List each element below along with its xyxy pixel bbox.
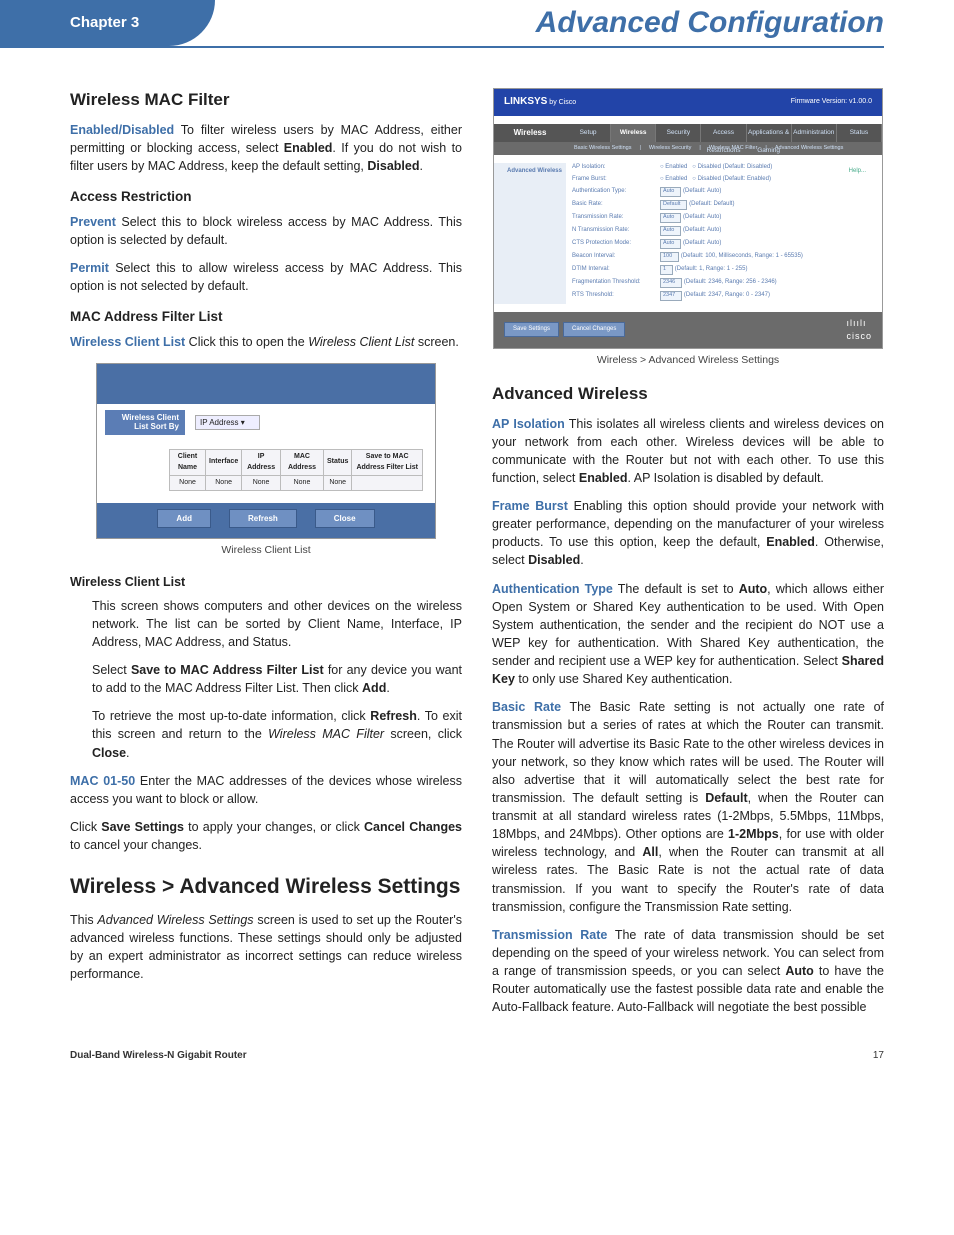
fig2-brand: LINKSYS by Cisco bbox=[504, 95, 576, 110]
para-wireless-client-list: Wireless Client List Click this to open … bbox=[70, 333, 462, 351]
fig2-tabs: Wireless Setup Wireless Security Access … bbox=[494, 124, 882, 142]
fig2-subtab-basic[interactable]: Basic Wireless Settings bbox=[574, 145, 631, 153]
fig2-tab-setup[interactable]: Setup bbox=[566, 124, 611, 142]
para-prevent: Prevent Select this to block wireless ac… bbox=[70, 213, 462, 249]
para-basic-rate: Basic Rate The Basic Rate setting is not… bbox=[492, 698, 884, 916]
para-save-to-mac: Select Save to MAC Address Filter List f… bbox=[70, 661, 462, 697]
term-tx: Transmission Rate bbox=[492, 928, 607, 942]
fig2-tab-status[interactable]: Status bbox=[837, 124, 882, 142]
heading-wcl2: Wireless Client List bbox=[70, 573, 462, 591]
footer-product: Dual-Band Wireless-N Gigabit Router bbox=[70, 1050, 247, 1061]
fig1-close-button[interactable]: Close bbox=[315, 509, 375, 529]
fig2-setting-row: Beacon Interval:100 (Default: 100, Milli… bbox=[572, 252, 818, 262]
fig2-cancel-button[interactable]: Cancel Changes bbox=[563, 322, 625, 337]
fig2-setting-row: Basic Rate:Default (Default: Default) bbox=[572, 200, 818, 210]
fig2-setting-row: AP Isolation:○ Enabled ○ Disabled (Defau… bbox=[572, 163, 818, 172]
para-frame-burst: Frame Burst Enabling this option should … bbox=[492, 497, 884, 570]
page-header: Chapter 3 Advanced Configuration bbox=[0, 0, 954, 46]
page-title: Advanced Configuration bbox=[215, 6, 954, 40]
chevron-down-icon: ▾ bbox=[241, 418, 245, 427]
para-enabled-disabled: Enabled/Disabled To filter wireless user… bbox=[70, 121, 462, 175]
fig2-side-label: Wireless bbox=[494, 124, 566, 142]
fig1-refresh-button[interactable]: Refresh bbox=[229, 509, 297, 529]
left-column: Wireless MAC Filter Enabled/Disabled To … bbox=[70, 88, 462, 1026]
fig2-setting-row: RTS Threshold:2347 (Default: 2347, Range… bbox=[572, 291, 818, 301]
right-column: LINKSYS by Cisco Firmware Version: v1.00… bbox=[492, 88, 884, 1026]
fig2-tab-apps[interactable]: Applications & Gaming bbox=[747, 124, 792, 142]
fig2-setting-row: N Transmission Rate:Auto (Default: Auto) bbox=[572, 226, 818, 236]
fig2-firmware: Firmware Version: v1.00.0 bbox=[791, 97, 872, 107]
fig2-tab-admin[interactable]: Administration bbox=[792, 124, 837, 142]
cisco-logo: ılıılıcisco bbox=[846, 317, 872, 343]
fig2-setting-row: Frame Burst:○ Enabled ○ Disabled (Defaul… bbox=[572, 175, 818, 184]
fig1-add-button[interactable]: Add bbox=[157, 509, 211, 529]
term-mac0150: MAC 01-50 bbox=[70, 774, 135, 788]
table-header-row: Client NameInterfaceIP AddressMAC Addres… bbox=[170, 450, 423, 475]
para-auth-type: Authentication Type The default is set t… bbox=[492, 580, 884, 689]
fig2-subtab-adv[interactable]: Advanced Wireless Settings bbox=[775, 145, 843, 153]
term-auth: Authentication Type bbox=[492, 582, 613, 596]
fig2-subtabs: Basic Wireless Settings| Wireless Securi… bbox=[494, 142, 882, 156]
fig2-setting-row: DTIM Interval:1 (Default: 1, Range: 1 - … bbox=[572, 265, 818, 275]
figure2-caption: Wireless > Advanced Wireless Settings bbox=[492, 353, 884, 368]
heading-advanced-settings: Wireless > Advanced Wireless Settings bbox=[70, 872, 462, 902]
fig2-subtab-mac[interactable]: Wireless MAC Filter bbox=[709, 145, 758, 153]
figure-wireless-client-list: Wireless Client List Sort By IP Address … bbox=[96, 363, 436, 540]
heading-mac-list: MAC Address Filter List bbox=[70, 307, 462, 327]
term-fb: Frame Burst bbox=[492, 499, 568, 513]
fig2-save-button[interactable]: Save Settings bbox=[504, 322, 559, 337]
fig2-tab-wireless[interactable]: Wireless bbox=[611, 124, 656, 142]
para-ap-isolation: AP Isolation This isolates all wireless … bbox=[492, 415, 884, 488]
para-tx-rate: Transmission Rate The rate of data trans… bbox=[492, 926, 884, 1017]
figure-advanced-wireless: LINKSYS by Cisco Firmware Version: v1.00… bbox=[493, 88, 883, 349]
para-refresh: To retrieve the most up-to-date informat… bbox=[70, 707, 462, 761]
fig2-setting-row: CTS Protection Mode:Auto (Default: Auto) bbox=[572, 239, 818, 249]
heading-access-restriction: Access Restriction bbox=[70, 187, 462, 207]
table-row: NoneNoneNoneNoneNone bbox=[170, 475, 423, 490]
heading-advanced-wireless: Advanced Wireless bbox=[492, 382, 884, 407]
term-basic: Basic Rate bbox=[492, 700, 561, 714]
fig2-tab-access[interactable]: Access Restrictions bbox=[701, 124, 746, 142]
fig2-help-link[interactable]: Help... bbox=[824, 163, 874, 303]
para-adv-intro: This Advanced Wireless Settings screen i… bbox=[70, 911, 462, 984]
fig2-subtab-sec[interactable]: Wireless Security bbox=[649, 145, 691, 153]
fig2-section-label: Advanced Wireless bbox=[494, 163, 566, 303]
fig2-setting-row: Fragmentation Threshold:2346 (Default: 2… bbox=[572, 278, 818, 288]
para-permit: Permit Select this to allow wireless acc… bbox=[70, 259, 462, 295]
page-footer: Dual-Band Wireless-N Gigabit Router 17 bbox=[0, 1026, 954, 1061]
chapter-tab: Chapter 3 bbox=[0, 0, 215, 46]
heading-mac-filter: Wireless MAC Filter bbox=[70, 88, 462, 113]
page-number: 17 bbox=[873, 1050, 884, 1061]
fig2-tab-security[interactable]: Security bbox=[656, 124, 701, 142]
fig2-setting-row: Transmission Rate:Auto (Default: Auto) bbox=[572, 213, 818, 223]
figure1-caption: Wireless Client List bbox=[70, 543, 462, 558]
fig1-table: Client NameInterfaceIP AddressMAC Addres… bbox=[169, 449, 423, 490]
fig2-setting-row: Authentication Type:Auto (Default: Auto) bbox=[572, 187, 818, 197]
term-ap: AP Isolation bbox=[492, 417, 565, 431]
fig1-sort-label: Wireless Client List Sort By bbox=[105, 410, 185, 436]
para-mac0150: MAC 01-50 Enter the MAC addresses of the… bbox=[70, 772, 462, 808]
term-wcl: Wireless Client List bbox=[70, 335, 185, 349]
term-enabled-disabled: Enabled/Disabled bbox=[70, 123, 174, 137]
term-prevent: Prevent bbox=[70, 215, 116, 229]
para-wcl-desc: This screen shows computers and other de… bbox=[70, 597, 462, 651]
fig1-sort-select[interactable]: IP Address ▾ bbox=[195, 415, 260, 431]
term-permit: Permit bbox=[70, 261, 109, 275]
para-save-cancel: Click Save Settings to apply your change… bbox=[70, 818, 462, 854]
